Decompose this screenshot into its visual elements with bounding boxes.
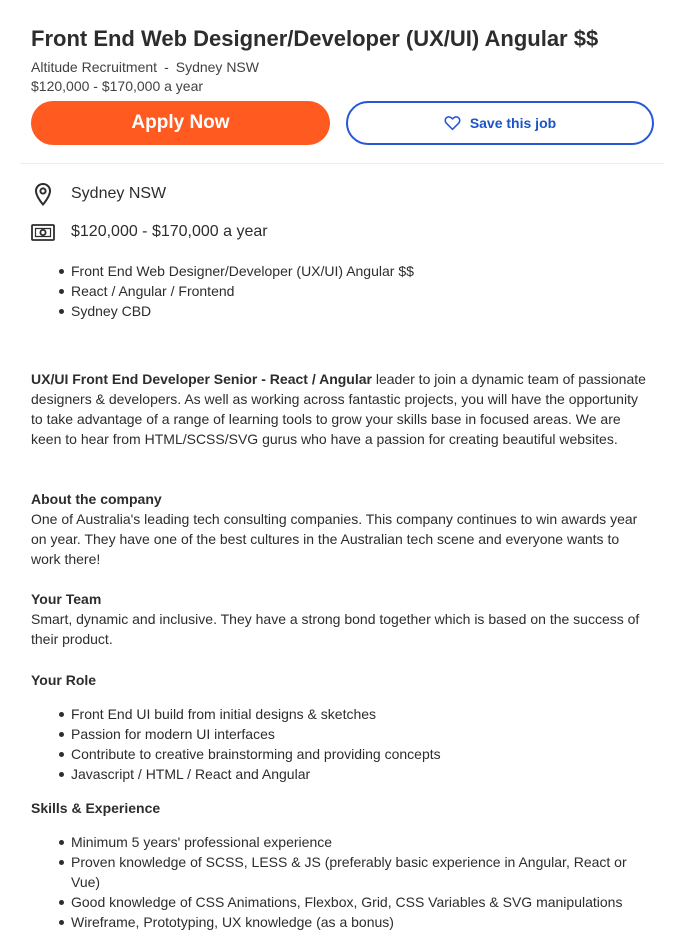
about-text: One of Australia's leading tech consulti… [31, 511, 638, 567]
job-salary: $120,000 - $170,000 a year [31, 78, 204, 94]
skills-heading: Skills & Experience [31, 800, 161, 816]
list-item: Wireframe, Prototyping, UX knowledge (as… [55, 912, 655, 932]
list-item: Contribute to creative brainstorming and… [55, 744, 441, 764]
team-text: Smart, dynamic and inclusive. They have … [31, 611, 640, 647]
list-item: Javascript / HTML / React and Angular [55, 764, 441, 784]
job-location: Sydney NSW [175, 59, 259, 75]
list-item: Front End Web Designer/Developer (UX/UI)… [55, 261, 414, 281]
list-item: React / Angular / Frontend [55, 281, 414, 301]
list-item: Sydney CBD [55, 301, 414, 321]
heart-icon [444, 115, 461, 131]
apply-now-button[interactable]: Apply Now [31, 101, 330, 145]
salary-text: $120,000 - $170,000 a year [71, 223, 268, 240]
highlights-list: Front End Web Designer/Developer (UX/UI)… [55, 261, 414, 321]
role-list: Front End UI build from initial designs … [55, 704, 441, 784]
save-job-button[interactable]: Save this job [346, 101, 654, 145]
list-item: Front End UI build from initial designs … [55, 704, 441, 724]
location-row: Sydney NSW [31, 182, 166, 206]
list-item: Proven knowledge of SCSS, LESS & JS (pre… [55, 852, 655, 892]
about-heading: About the company [31, 491, 162, 507]
intro-paragraph: UX/UI Front End Developer Senior - React… [31, 369, 651, 449]
location-pin-icon [31, 182, 55, 206]
skills-list: Minimum 5 years' professional experience… [55, 832, 655, 932]
location-text: Sydney NSW [71, 185, 167, 202]
banknote-icon [31, 223, 55, 241]
company-name[interactable]: Altitude Recruitment [31, 59, 157, 75]
role-heading: Your Role [31, 672, 97, 688]
separator: - [164, 59, 169, 75]
save-job-label: Save this job [469, 115, 557, 131]
list-item: Good knowledge of CSS Animations, Flexbo… [55, 892, 655, 912]
team-heading: Your Team [31, 591, 102, 607]
company-location-line: Altitude Recruitment - Sydney NSW [31, 59, 259, 75]
intro-bold: UX/UI Front End Developer Senior - React… [31, 371, 372, 387]
salary-row: $120,000 - $170,000 a year [31, 223, 268, 241]
section-divider [20, 163, 664, 164]
list-item: Minimum 5 years' professional experience [55, 832, 655, 852]
list-item: Passion for modern UI interfaces [55, 724, 441, 744]
job-title: Front End Web Designer/Developer (UX/UI)… [31, 26, 599, 51]
